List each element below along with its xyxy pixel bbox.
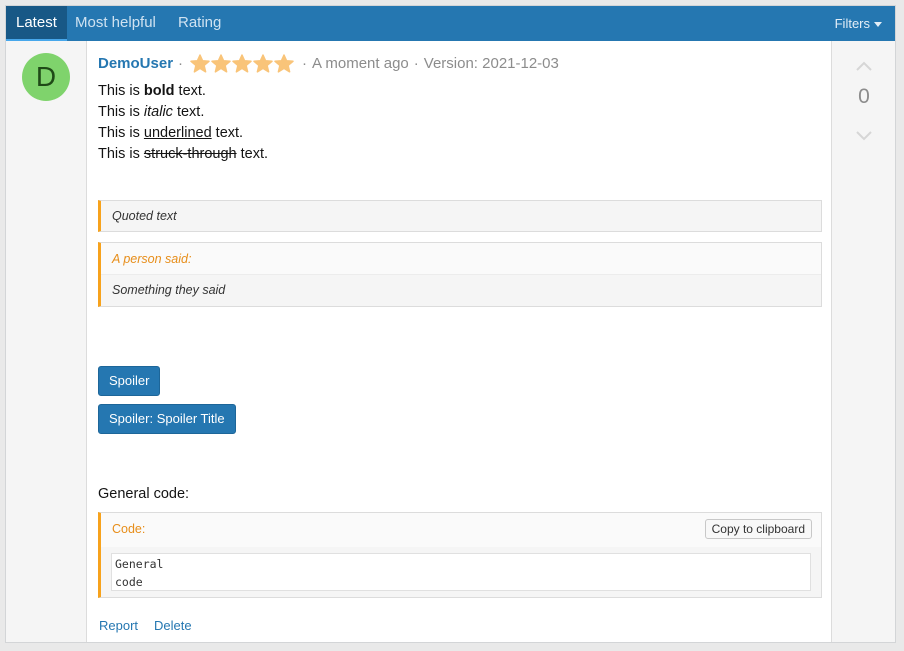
review-actions: Report Delete: [99, 618, 208, 633]
review-meta: DemoUser · · A moment ago · Version: 202…: [98, 54, 559, 73]
star-icon: [232, 54, 252, 73]
meta-separator: ·: [413, 55, 419, 72]
reviews-panel: Latest Most helpful Rating Filters D Dem…: [5, 5, 896, 643]
tab-latest[interactable]: Latest: [6, 6, 67, 41]
star-icon: [274, 54, 294, 73]
filters-label: Filters: [834, 16, 870, 31]
line-text: This is: [98, 146, 144, 162]
caret-down-icon: [874, 22, 882, 28]
tab-bar: Latest Most helpful Rating Filters: [6, 6, 895, 41]
upvote-chevron-icon[interactable]: [856, 59, 872, 75]
line-text: This is: [98, 125, 144, 141]
code-header: Code: Copy to clipboard: [101, 513, 821, 547]
line-text: This is: [98, 104, 144, 120]
avatar[interactable]: D: [22, 53, 70, 101]
delete-link[interactable]: Delete: [154, 618, 192, 633]
downvote-chevron-icon[interactable]: [856, 127, 872, 143]
body-line-italic: This is italic text.: [98, 102, 268, 123]
review-time: A moment ago: [312, 55, 409, 72]
author-link[interactable]: DemoUser: [98, 55, 173, 72]
line-text: text.: [236, 146, 269, 162]
code-title: Code:: [112, 522, 146, 536]
blockquote: Quoted text: [98, 200, 822, 232]
tab-most-helpful[interactable]: Most helpful: [65, 6, 166, 41]
quote-text: Something they said: [112, 283, 226, 297]
underlined-text: underlined: [143, 125, 212, 141]
body-line-strike: This is struck-through text.: [98, 144, 268, 165]
bold-text: bold: [143, 83, 175, 99]
line-text: text.: [174, 83, 206, 99]
spoiler-button[interactable]: Spoiler: [98, 366, 161, 396]
italic-text: italic: [143, 104, 173, 120]
star-icon: [253, 54, 273, 73]
code-content[interactable]: General code: [111, 553, 811, 591]
spoiler-title-button[interactable]: Spoiler: Spoiler Title: [98, 404, 236, 434]
struck-text: struck-through: [143, 146, 237, 162]
tab-rating[interactable]: Rating: [168, 6, 231, 41]
review-content: DemoUser · · A moment ago · Version: 202…: [88, 41, 830, 642]
vote-column: 0: [831, 41, 895, 642]
code-intro: General code:: [98, 486, 190, 502]
line-text: This is: [98, 83, 144, 99]
meta-separator: ·: [178, 55, 184, 72]
filters-button[interactable]: Filters: [835, 6, 882, 41]
vote-count: 0: [858, 85, 870, 108]
attributed-quote: A person said: Something they said: [98, 242, 822, 307]
line-text: text.: [211, 125, 244, 141]
line-text: text.: [172, 104, 205, 120]
code-block: Code: Copy to clipboard General code: [98, 512, 822, 598]
star-icon: [211, 54, 231, 73]
review-version: Version: 2021-12-03: [423, 55, 559, 72]
meta-separator: ·: [302, 55, 308, 72]
copy-to-clipboard-button[interactable]: Copy to clipboard: [704, 519, 812, 539]
body-line-underline: This is underlined text.: [98, 123, 268, 144]
star-icon: [190, 54, 210, 73]
star-rating: [190, 54, 295, 73]
quote-attribution[interactable]: A person said:: [101, 243, 821, 275]
body-line-bold: This is bold text.: [98, 81, 268, 102]
avatar-column: D: [6, 41, 87, 642]
review-body: This is bold text. This is italic text. …: [98, 81, 268, 165]
report-link[interactable]: Report: [99, 618, 138, 633]
